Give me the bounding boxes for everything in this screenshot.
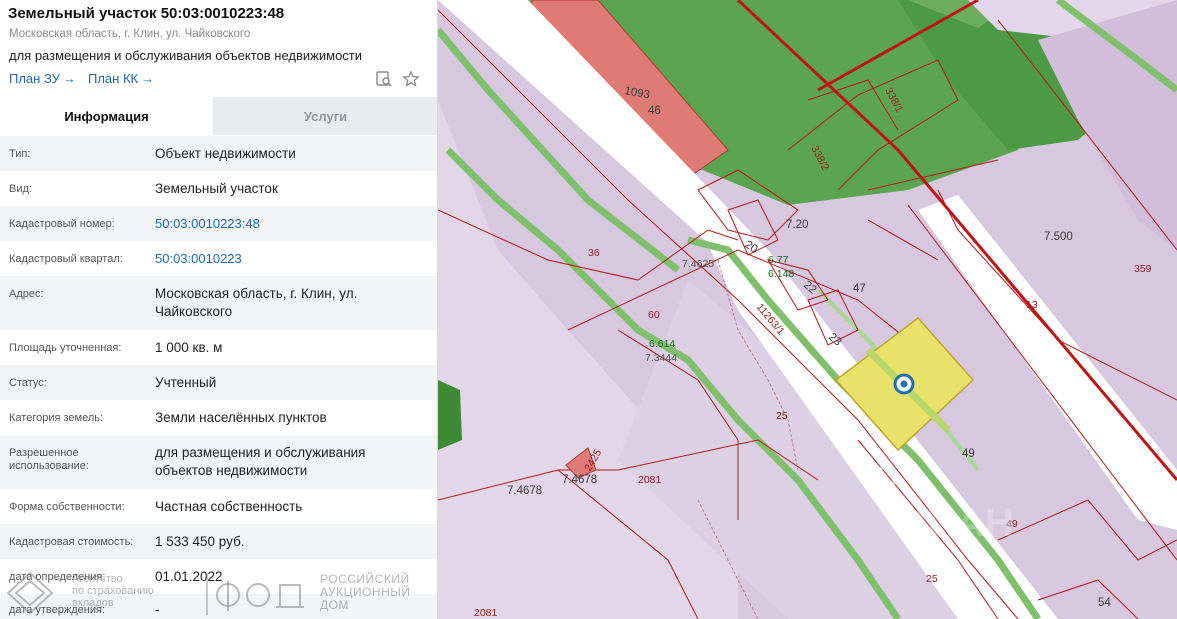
row-label: Кадастровый номер: <box>9 218 115 230</box>
cadastral-map[interactable]: 1093 46 338/1 338/2 7.20 20 7.500 359 36… <box>438 0 1177 619</box>
label-36: 36 <box>588 247 600 259</box>
table-row: Категория земель: Земли населённых пункт… <box>0 400 437 435</box>
row-label: Категория земель: <box>9 412 104 424</box>
row-label: Кадастровая стоимость: <box>9 536 134 548</box>
table-row: Адрес: Московская область, г. Клин, ул. … <box>0 276 437 330</box>
table-row: Тип: Объект недвижимости <box>0 136 437 171</box>
page-title: Земельный участок 50:03:0010223:48 <box>8 5 285 22</box>
cian-watermark-text: ЦИАН <box>898 501 1014 545</box>
label-6-77: 6.77 <box>768 254 789 266</box>
label-2081: 2081 <box>638 474 662 486</box>
row-label: Форма собственности: <box>9 501 125 513</box>
tab-bar: Информация Услуги <box>0 97 437 135</box>
plan-zu-label: План ЗУ <box>9 71 60 86</box>
row-value: Объект недвижимости <box>155 146 296 161</box>
table-row: Площадь уточненная: 1 000 кв. м <box>0 330 437 365</box>
table-row: Кадастровый номер: 50:03:0010223:48 <box>0 206 437 241</box>
row-label: Вид: <box>9 183 32 195</box>
row-label: Кадастровый квартал: <box>9 253 123 265</box>
plan-kk-label: План КК <box>88 71 139 86</box>
map-canvas[interactable]: 1093 46 338/1 338/2 7.20 20 7.500 359 36… <box>438 0 1177 619</box>
info-panel: Земельный участок 50:03:0010223:48 Моско… <box>0 0 438 619</box>
row-value: 1 000 кв. м <box>155 340 223 355</box>
row-value: для размещения и обслуживания объектов н… <box>155 445 366 478</box>
table-row: Вид: Земельный участок <box>0 171 437 206</box>
arrow-right-icon: → <box>141 71 155 86</box>
row-label: Площадь уточненная: <box>9 342 122 354</box>
table-row: Кадастровый квартал: 50:03:0010223 <box>0 241 437 276</box>
row-label: Адрес: <box>9 288 44 300</box>
label-13: 13 <box>1026 299 1038 311</box>
label-359: 359 <box>1134 263 1152 275</box>
label-6-614: 6.614 <box>649 338 675 350</box>
plan-kk-link[interactable]: План КК → <box>88 71 154 86</box>
label-7-3444: 7.3444 <box>645 352 677 364</box>
label-7-500: 7.500 <box>1044 231 1073 243</box>
cadastral-number-link[interactable]: 50:03:0010223:48 <box>146 206 437 241</box>
row-label: Разрешенное использование: <box>9 447 89 472</box>
green-zone <box>438 380 462 450</box>
label-25-b: 25 <box>926 573 938 585</box>
row-value: 01.01.2022 <box>155 569 223 584</box>
tab-info[interactable]: Информация <box>0 97 213 135</box>
object-purpose: для размещения и обслуживания объектов н… <box>9 48 363 63</box>
row-label: дата определения: <box>9 571 106 583</box>
label-60: 60 <box>648 309 660 321</box>
row-label: дата утверждения: <box>9 604 106 616</box>
label-7-20: 7.20 <box>786 219 808 231</box>
star-icon[interactable] <box>402 70 420 88</box>
table-row: Статус: Учтенный <box>0 365 437 400</box>
label-7-4625: 7.4625 <box>682 258 714 270</box>
object-address: Московская область, г. Клин, ул. Чайковс… <box>9 28 251 40</box>
search-document-icon[interactable] <box>375 70 393 88</box>
label-49: 49 <box>962 448 975 460</box>
table-row: Разрешенное использование: для размещени… <box>0 435 437 489</box>
row-value: Земельный участок <box>155 181 278 196</box>
location-marker-dot <box>900 380 908 388</box>
arrow-right-icon: → <box>62 71 76 86</box>
label-7-4678-b: 7.4678 <box>562 474 597 486</box>
label-47: 47 <box>853 283 866 295</box>
row-value: Земли населённых пунктов <box>155 410 327 425</box>
cadastral-quarter-link[interactable]: 50:03:0010223 <box>146 241 437 276</box>
table-row: Форма собственности: Частная собственнос… <box>0 489 437 524</box>
table-row: дата утверждения: - <box>0 594 437 619</box>
label-54: 54 <box>1098 597 1111 609</box>
tab-services[interactable]: Услуги <box>213 97 437 135</box>
row-value: Частная собственность <box>155 499 303 514</box>
label-7-4678: 7.4678 <box>507 485 542 497</box>
row-label: Статус: <box>9 377 47 389</box>
label-6-148: 6.148 <box>768 268 794 280</box>
label-2081-b: 2081 <box>474 607 498 619</box>
table-row: Кадастровая стоимость: 1 533 450 руб. <box>0 524 437 559</box>
plan-zu-link[interactable]: План ЗУ → <box>9 71 76 86</box>
label-46: 46 <box>648 105 661 117</box>
table-row: дата определения: 01.01.2022 <box>0 559 437 594</box>
row-value: Московская область, г. Клин, ул. Чайковс… <box>155 286 358 319</box>
row-value: 1 533 450 руб. <box>155 534 245 549</box>
property-table: Тип: Объект недвижимости Вид: Земельный … <box>0 136 437 619</box>
row-value: - <box>155 602 160 617</box>
row-value: Учтенный <box>155 375 217 390</box>
label-25: 25 <box>776 410 788 422</box>
row-label: Тип: <box>9 148 31 160</box>
